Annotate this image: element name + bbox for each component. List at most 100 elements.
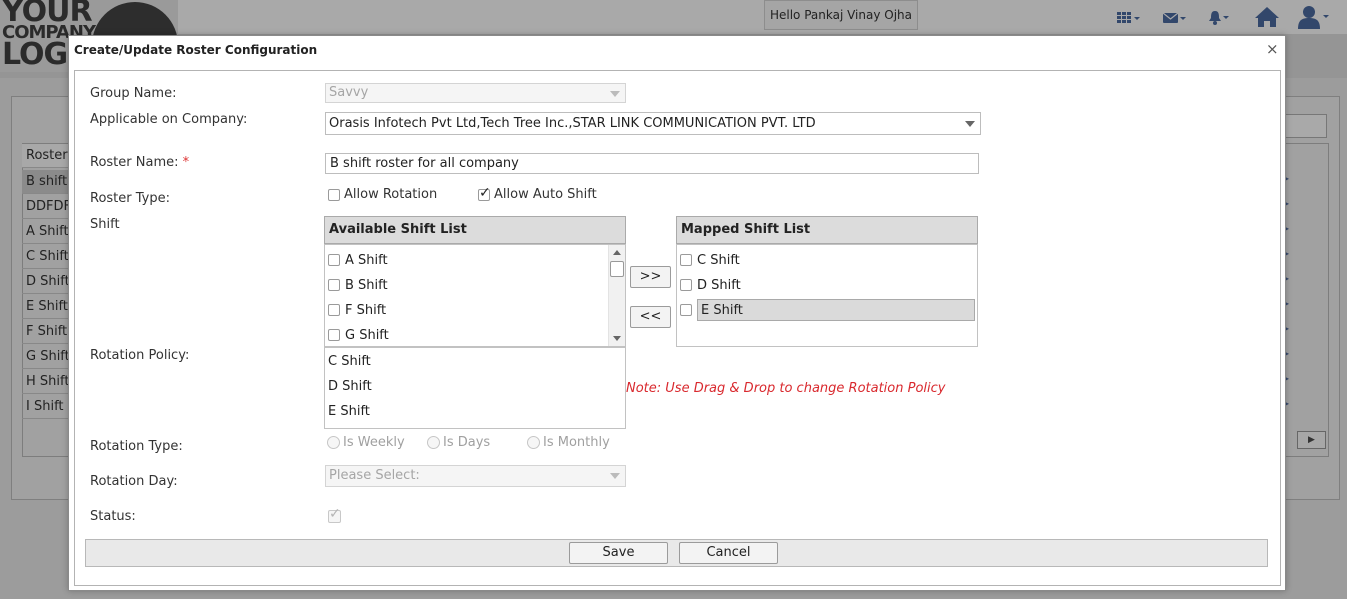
list-item-label: F Shift <box>345 302 387 318</box>
background-table-row[interactable]: A Shift <box>22 220 70 244</box>
rotation-type-days[interactable]: Is Days <box>427 435 490 450</box>
list-item[interactable]: C Shift <box>328 350 371 372</box>
shift-checkbox[interactable] <box>328 279 340 291</box>
scroll-up-icon[interactable] <box>613 250 621 255</box>
background-table-row[interactable]: G Shift <box>22 345 70 369</box>
user-icon[interactable] <box>1298 5 1332 33</box>
allow-rotation-checkbox[interactable] <box>328 188 340 201</box>
roster-config-modal: Create/Update Roster Configuration × Gro… <box>68 35 1286 591</box>
rotation-type-weekly[interactable]: Is Weekly <box>327 435 405 450</box>
chevron-down-icon <box>610 91 620 97</box>
background-table-header: Roster <box>22 144 70 168</box>
list-item[interactable]: F Shift <box>328 299 386 321</box>
list-item-label: G Shift <box>345 327 389 343</box>
rotation-type-label: Rotation Type: <box>90 439 183 454</box>
bell-icon[interactable] <box>1208 10 1234 30</box>
radio-button[interactable] <box>527 436 540 449</box>
list-item-label: B Shift <box>345 277 388 293</box>
shift-checkbox[interactable] <box>680 254 692 266</box>
list-item[interactable]: D Shift <box>680 274 741 296</box>
rotation-day-label: Rotation Day: <box>90 474 178 489</box>
applicable-company-select[interactable]: Orasis Infotech Pvt Ltd,Tech Tree Inc.,S… <box>325 112 981 135</box>
modal-header: Create/Update Roster Configuration × <box>69 36 1285 66</box>
list-item[interactable]: C Shift <box>680 249 740 271</box>
rotation-policy-list[interactable]: C Shift D Shift E Shift <box>324 347 626 429</box>
roster-name-label-text: Roster Name: <box>90 155 179 170</box>
list-item[interactable]: D Shift <box>328 375 372 397</box>
cancel-button[interactable]: Cancel <box>679 542 778 564</box>
scrollbar[interactable] <box>608 245 625 346</box>
radio-label: Is Days <box>443 435 491 450</box>
group-name-label: Group Name: <box>90 86 177 101</box>
shift-checkbox[interactable] <box>328 254 340 266</box>
shift-label: Shift <box>90 217 120 232</box>
chevron-down-icon <box>965 121 975 127</box>
scroll-thumb[interactable] <box>610 261 624 277</box>
list-item-label: D Shift <box>697 277 741 293</box>
chevron-down-icon <box>610 473 620 479</box>
list-item-label: C Shift <box>697 252 740 268</box>
user-greeting: Hello Pankaj Vinay Ojha <box>764 0 918 30</box>
shift-checkbox[interactable] <box>680 279 692 291</box>
top-bar <box>0 0 1347 34</box>
roster-type-label: Roster Type: <box>90 191 170 206</box>
background-table-row[interactable]: E Shift <box>22 295 70 319</box>
save-button[interactable]: Save <box>569 542 668 564</box>
background-search-input[interactable] <box>1282 114 1327 138</box>
group-name-value: Savvy <box>329 85 369 100</box>
radio-button[interactable] <box>327 436 340 449</box>
allow-rotation-option[interactable]: Allow Rotation <box>328 187 437 202</box>
available-shift-list[interactable]: A Shift B Shift F Shift G Shift <box>324 244 626 347</box>
required-marker: * <box>182 155 190 170</box>
allow-auto-shift-label: Allow Auto Shift <box>494 187 597 202</box>
list-item[interactable]: E Shift <box>680 299 975 321</box>
scroll-down-icon[interactable] <box>613 336 621 341</box>
radio-button[interactable] <box>427 436 440 449</box>
mail-icon[interactable] <box>1162 10 1189 29</box>
pager-next-button[interactable]: ▶ <box>1297 431 1326 449</box>
modal-title: Create/Update Roster Configuration <box>74 43 318 57</box>
list-item-label-selected: E Shift <box>697 299 975 321</box>
shift-checkbox[interactable] <box>328 329 340 341</box>
modal-footer <box>85 539 1268 567</box>
shift-checkbox[interactable] <box>328 304 340 316</box>
home-icon[interactable] <box>1254 6 1280 32</box>
available-shift-list-header: Available Shift List <box>324 216 626 244</box>
mapped-shift-list-header: Mapped Shift List <box>676 216 978 244</box>
background-table-row[interactable]: I Shift <box>22 395 70 419</box>
radio-label: Is Monthly <box>543 435 610 450</box>
background-table-row[interactable]: DDFDF <box>22 195 70 219</box>
mapped-shift-list[interactable]: C Shift D Shift E Shift <box>676 244 978 347</box>
rotation-type-monthly[interactable]: Is Monthly <box>527 435 610 450</box>
close-icon[interactable]: × <box>1266 40 1279 58</box>
rotation-day-select: Please Select: <box>325 465 626 487</box>
roster-name-input[interactable]: B shift roster for all company <box>325 153 979 174</box>
list-item[interactable]: B Shift <box>328 274 388 296</box>
list-item-label: A Shift <box>345 252 388 268</box>
background-table-row[interactable]: D Shift <box>22 270 70 294</box>
background-table-row[interactable]: F Shift <box>22 320 70 344</box>
list-item[interactable]: E Shift <box>328 400 370 422</box>
group-name-select: Savvy <box>325 83 626 103</box>
rotation-day-value: Please Select: <box>329 468 420 483</box>
applicable-company-value: Orasis Infotech Pvt Ltd,Tech Tree Inc.,S… <box>329 116 816 131</box>
allow-rotation-label: Allow Rotation <box>344 187 438 202</box>
roster-name-label: Roster Name: * <box>90 155 189 170</box>
shift-checkbox[interactable] <box>680 304 692 316</box>
background-table-row[interactable]: B shift <box>22 170 70 194</box>
status-checkbox <box>328 506 341 523</box>
radio-label: Is Weekly <box>343 435 405 450</box>
status-label: Status: <box>90 509 136 524</box>
rotation-policy-label: Rotation Policy: <box>90 348 190 363</box>
list-item[interactable]: G Shift <box>328 324 389 346</box>
allow-auto-shift-option[interactable]: Allow Auto Shift <box>478 185 597 202</box>
background-table-row[interactable]: H Shift <box>22 370 70 394</box>
rotation-policy-note: Note: Use Drag & Drop to change Rotation… <box>626 381 946 396</box>
move-left-button[interactable]: << <box>630 306 671 328</box>
list-item[interactable]: A Shift <box>328 249 388 271</box>
grid-icon[interactable] <box>1117 10 1143 29</box>
move-right-button[interactable]: >> <box>630 266 671 288</box>
allow-auto-shift-checkbox[interactable] <box>478 185 491 201</box>
background-table-row[interactable]: C Shift <box>22 245 70 269</box>
modal-body: Group Name: Savvy Applicable on Company:… <box>74 70 1281 586</box>
